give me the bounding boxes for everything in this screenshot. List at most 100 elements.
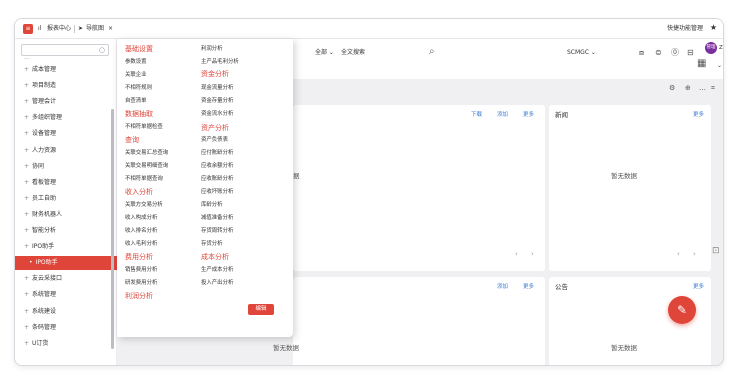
news-more-link[interactable]: 更多: [693, 111, 704, 119]
tenant-select[interactable]: SCMGC ⌄: [567, 48, 596, 58]
expand-plus-icon: +: [24, 339, 30, 347]
sidebar-item[interactable]: + 智能分析: [15, 224, 117, 238]
sidebar-item-label: 条码管理: [32, 323, 57, 331]
flyout-menu-item[interactable]: 利润分析: [201, 45, 223, 53]
bottom-add-link[interactable]: 添加: [497, 283, 508, 291]
edit-button[interactable]: 编辑: [248, 304, 274, 315]
flyout-menu-item[interactable]: 参数设置: [125, 58, 147, 66]
add-circle-icon[interactable]: ⊕: [685, 83, 691, 93]
more-link[interactable]: 更多: [523, 111, 534, 119]
search-icon[interactable]: ⌕: [429, 46, 435, 58]
sidebar-item[interactable]: + 条码管理: [15, 321, 117, 335]
expand-icon[interactable]: ⌗: [711, 83, 715, 93]
flyout-menu-item[interactable]: 资金存量分析: [201, 97, 233, 105]
notice-more-link[interactable]: 更多: [693, 283, 704, 291]
flyout-menu-item[interactable]: 收入构成分析: [125, 214, 157, 222]
flyout-menu-item[interactable]: 不相符规则: [125, 84, 152, 92]
ipo-assistant-flyout-menu: 基础设置 参数设置 关联企业 不相符规则 自查清单 数据抽取 不相符单据检查 查询 关联交易汇总…: [117, 39, 293, 337]
settings-icon[interactable]: ⚙: [669, 83, 675, 93]
qr-code-icon[interactable]: ▦: [697, 59, 706, 69]
screen-frame: ≡ ıl 报表中心 ➤ 导航图 × 快捷功能管理 ★ ○ ··· + 成本管理 + 项…: [0, 0, 736, 374]
app-window: ≡ ıl 报表中心 ➤ 导航图 × 快捷功能管理 ★ ○ ··· + 成本管理 + 项…: [14, 18, 724, 366]
sidebar-item-label: 项目制造: [32, 82, 57, 90]
side-expand-icon[interactable]: ⊡: [712, 245, 720, 257]
sidebar-item[interactable]: + 看板管理: [15, 176, 117, 190]
tab-report-center[interactable]: 报表中心: [47, 23, 71, 35]
expand-plus-icon: +: [24, 275, 30, 283]
sidebar-item[interactable]: + 设备管理: [15, 127, 117, 141]
flyout-menu-item[interactable]: 库龄分析: [201, 201, 223, 209]
flyout-menu-item[interactable]: 投入产出分析: [201, 279, 233, 287]
bottom-left-empty-text: 暂无数据: [273, 344, 299, 352]
message-icon[interactable]: ⊟: [687, 48, 694, 58]
sidebar-item[interactable]: + 人力资源: [15, 144, 117, 158]
flyout-menu-item[interactable]: 应付账龄分析: [201, 149, 233, 157]
flyout-menu-item[interactable]: 不相符单据查询: [125, 175, 163, 183]
sidebar-search-input[interactable]: ○: [21, 44, 109, 56]
sidebar-item[interactable]: + 项目制造: [15, 79, 117, 93]
flyout-menu-item[interactable]: 应收坏账分析: [201, 188, 233, 196]
flyout-menu-item[interactable]: 现金流量分析: [201, 84, 233, 92]
sidebar-item[interactable]: + 系统建设: [15, 305, 117, 319]
prev-page-icon[interactable]: ‹: [515, 249, 518, 259]
sidebar-item[interactable]: + U订货: [15, 337, 117, 351]
sidebar-item[interactable]: + 财务机器人: [15, 208, 117, 222]
avatar[interactable]: 管理: [705, 42, 717, 54]
bottom-more-link[interactable]: 更多: [523, 283, 534, 291]
sidebar-scrollbar[interactable]: [111, 109, 114, 349]
flyout-menu-item[interactable]: 应收余额分析: [201, 162, 233, 170]
flyout-menu-item[interactable]: 资产负债表: [201, 136, 228, 144]
chevron-down-icon[interactable]: ⌄: [717, 61, 722, 71]
edit-pencil-icon[interactable]: ✎: [668, 296, 696, 324]
flyout-menu-item[interactable]: 应收账龄分析: [201, 175, 233, 183]
flyout-menu-item[interactable]: 存货周转分析: [201, 227, 233, 235]
expand-plus-icon: +: [24, 243, 30, 251]
tab-nav-map[interactable]: 导航图: [86, 23, 104, 35]
flyout-menu-item[interactable]: 减值准备分析: [201, 214, 233, 222]
app-logo[interactable]: ≡: [23, 24, 33, 34]
screen-icon[interactable]: ⧈: [639, 48, 644, 58]
sidebar: ○ ··· + 成本管理 + 项目制造 + 管理会计 + 多组织管理 + 设备管理 + 人力资源 + 协同…: [15, 39, 117, 365]
flyout-menu-item[interactable]: 收入毛利分析: [125, 240, 157, 248]
next-page-icon[interactable]: ›: [531, 249, 534, 259]
star-icon[interactable]: ★: [710, 22, 717, 34]
expand-plus-icon: +: [24, 98, 30, 106]
sidebar-item[interactable]: + IPO助手: [15, 240, 117, 254]
flyout-menu-item[interactable]: 自查清单: [125, 97, 147, 105]
sidebar-item[interactable]: + 系统管理: [15, 288, 117, 302]
expand-plus-icon: +: [24, 210, 30, 218]
sidebar-item-ipo-assistant-active[interactable]: • IPO助手: [15, 256, 117, 271]
download-link[interactable]: 下载: [471, 111, 482, 119]
sidebar-item[interactable]: + 员工自助: [15, 192, 117, 206]
flyout-menu-item[interactable]: 生产成本分析: [201, 266, 233, 274]
flyout-menu-item[interactable]: 关联企业: [125, 71, 147, 79]
flyout-menu-item[interactable]: 收入排名分析: [125, 227, 157, 235]
add-link[interactable]: 添加: [497, 111, 508, 119]
expand-plus-icon: +: [24, 82, 30, 90]
flyout-menu-item[interactable]: 销售费用分析: [125, 266, 157, 274]
flyout-menu-item[interactable]: 存货分析: [201, 240, 223, 248]
sidebar-item[interactable]: + 多组织管理: [15, 111, 117, 125]
flyout-menu-item[interactable]: 主产品毛利分析: [201, 58, 239, 66]
flyout-menu-item[interactable]: 不相符单据检查: [125, 123, 163, 131]
flyout-menu-item[interactable]: 关联交易汇总查询: [125, 149, 168, 157]
help-icon[interactable]: ⓪: [671, 48, 679, 58]
news-next-icon[interactable]: ›: [693, 249, 696, 259]
flyout-menu-item[interactable]: 研发费用分析: [125, 279, 157, 287]
search-scope-select[interactable]: 全部 ⌄: [315, 48, 334, 58]
quick-function-manage[interactable]: 快捷功能管理: [667, 23, 703, 35]
sidebar-item[interactable]: + 协同: [15, 160, 117, 174]
more-icon[interactable]: …: [699, 83, 706, 93]
sidebar-item[interactable]: + 友云采接口: [15, 272, 117, 286]
sidebar-item[interactable]: + 管理会计: [15, 95, 117, 109]
user-initial[interactable]: ZD: [719, 44, 723, 52]
flyout-menu-item[interactable]: 关联方交易分析: [125, 201, 163, 209]
flyout-menu-item[interactable]: 资金流水分析: [201, 110, 233, 118]
close-icon[interactable]: ×: [108, 23, 113, 35]
sidebar-item[interactable]: + 成本管理: [15, 63, 117, 77]
news-prev-icon[interactable]: ‹: [677, 249, 680, 259]
flyout-menu-item[interactable]: 关联交易明细查询: [125, 162, 168, 170]
search-icon[interactable]: ○: [99, 44, 105, 56]
fulltext-search-input[interactable]: 全文搜索: [341, 48, 365, 58]
cube-icon[interactable]: ⊜: [655, 48, 662, 58]
